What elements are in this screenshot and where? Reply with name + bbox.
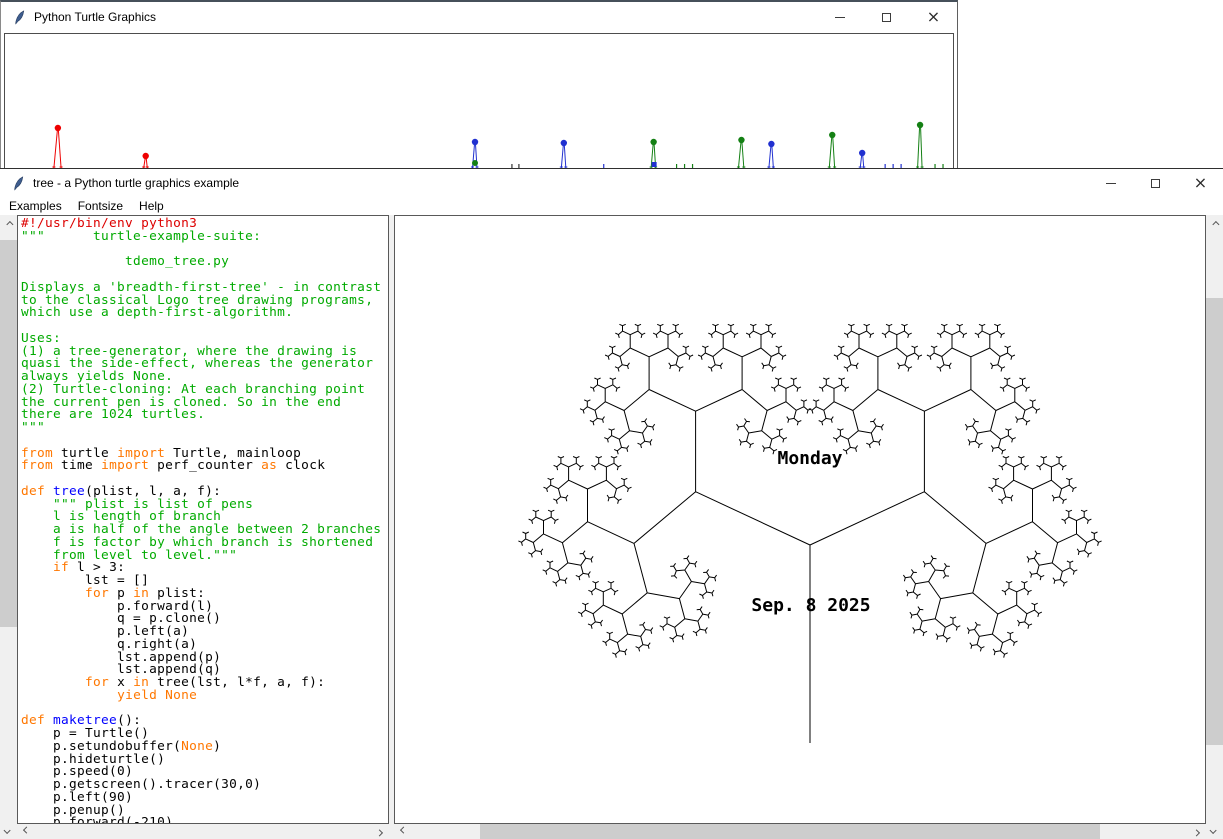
window-title: Python Turtle Graphics	[34, 10, 156, 24]
code-line: which use a depth-first-algorithm.	[21, 307, 388, 320]
chevron-left-icon	[400, 827, 407, 834]
sprouts-drawing	[5, 34, 953, 168]
maximize-button[interactable]	[1133, 169, 1178, 197]
turtle-sprout	[560, 140, 567, 168]
chevron-down-icon	[4, 827, 11, 834]
scroll-right-button[interactable]	[1188, 824, 1205, 839]
code-line: there are 1024 turtles.	[21, 409, 388, 422]
chevron-up-icon	[6, 221, 13, 228]
background-window-titlebar[interactable]: Python Turtle Graphics ×	[1, 2, 957, 32]
canvas-horizontal-scrollbar[interactable]	[394, 824, 1206, 839]
menu-help[interactable]: Help	[131, 197, 172, 215]
tk-feather-icon	[13, 10, 26, 25]
minimize-button[interactable]	[1088, 169, 1133, 197]
close-icon: ×	[927, 9, 940, 25]
tree-demo-window: tree - a Python turtle graphics example …	[0, 168, 1223, 839]
code-line: """ turtle-example-suite:	[21, 231, 388, 244]
code-line: tdemo_tree.py	[21, 256, 388, 269]
code-line: from time import perf_counter as clock	[21, 460, 388, 473]
turtle-sprout	[52, 125, 62, 168]
close-icon: ×	[1194, 175, 1207, 191]
sprout-dot	[472, 160, 478, 166]
close-button[interactable]: ×	[1178, 169, 1223, 197]
window-title: tree - a Python turtle graphics example	[33, 176, 239, 190]
code-line: yield None	[21, 690, 388, 703]
minimize-button[interactable]	[816, 2, 863, 32]
turtle-sprout	[142, 153, 149, 168]
menu-fontsize[interactable]: Fontsize	[70, 197, 131, 215]
background-window: Python Turtle Graphics ×	[0, 0, 958, 168]
chevron-left-icon	[23, 827, 30, 834]
scroll-up-button[interactable]	[1206, 217, 1223, 232]
chevron-right-icon	[1193, 829, 1200, 836]
fractal-tree-drawing: Monday Sep. 8 2025	[395, 216, 1205, 823]
window-controls: ×	[1088, 169, 1223, 197]
chevron-up-icon	[1212, 221, 1219, 228]
scroll-left-button[interactable]	[18, 824, 35, 839]
scroll-down-button[interactable]	[1206, 823, 1223, 838]
tree-window-titlebar[interactable]: tree - a Python turtle graphics example …	[0, 169, 1223, 197]
chevron-down-icon	[1210, 827, 1217, 834]
menu-examples[interactable]: Examples	[1, 197, 70, 215]
window-controls: ×	[816, 2, 957, 32]
canvas-text: Sep. 8 2025	[751, 595, 870, 616]
scrollbar-thumb[interactable]	[1206, 298, 1223, 745]
canvas-text: Monday	[777, 448, 842, 469]
turtle-sprout	[767, 141, 774, 168]
scroll-up-button[interactable]	[0, 217, 17, 232]
chevron-right-icon	[376, 829, 383, 836]
code-text: #!/usr/bin/env python3""" turtle-example…	[21, 218, 388, 824]
code-line: """	[21, 422, 388, 435]
maximize-icon	[1151, 179, 1160, 188]
scroll-down-button[interactable]	[0, 823, 17, 838]
turtle-canvas-background[interactable]	[4, 33, 954, 168]
code-line: p.forward(-210)	[21, 817, 388, 824]
turtle-sprout	[828, 132, 836, 168]
turtle-sprout	[916, 122, 923, 168]
window-content: #!/usr/bin/env python3""" turtle-example…	[0, 215, 1223, 839]
minimize-icon	[835, 17, 845, 18]
scroll-right-button[interactable]	[371, 824, 388, 839]
tree-branches	[518, 324, 1101, 743]
code-editor[interactable]: #!/usr/bin/env python3""" turtle-example…	[17, 215, 389, 824]
sprout-square	[652, 162, 657, 167]
scrollbar-thumb[interactable]	[0, 240, 17, 627]
code-horizontal-scrollbar[interactable]	[17, 824, 389, 839]
turtle-canvas[interactable]: Monday Sep. 8 2025	[394, 215, 1206, 824]
scrollbar-thumb[interactable]	[480, 824, 1100, 839]
canvas-vertical-scrollbar[interactable]	[1206, 215, 1223, 839]
desktop: Python Turtle Graphics × tree - a Python…	[0, 0, 1223, 839]
maximize-icon	[882, 13, 891, 22]
menu-bar: ExamplesFontsizeHelp	[0, 197, 1223, 215]
close-button[interactable]: ×	[910, 2, 957, 32]
minimize-icon	[1106, 183, 1116, 184]
code-line	[21, 320, 388, 333]
turtle-sprout	[859, 150, 866, 168]
turtle-sprout	[737, 137, 745, 168]
maximize-button[interactable]	[863, 2, 910, 32]
code-vertical-scrollbar[interactable]	[0, 215, 17, 839]
scroll-left-button[interactable]	[395, 824, 412, 839]
tk-feather-icon	[12, 176, 25, 191]
